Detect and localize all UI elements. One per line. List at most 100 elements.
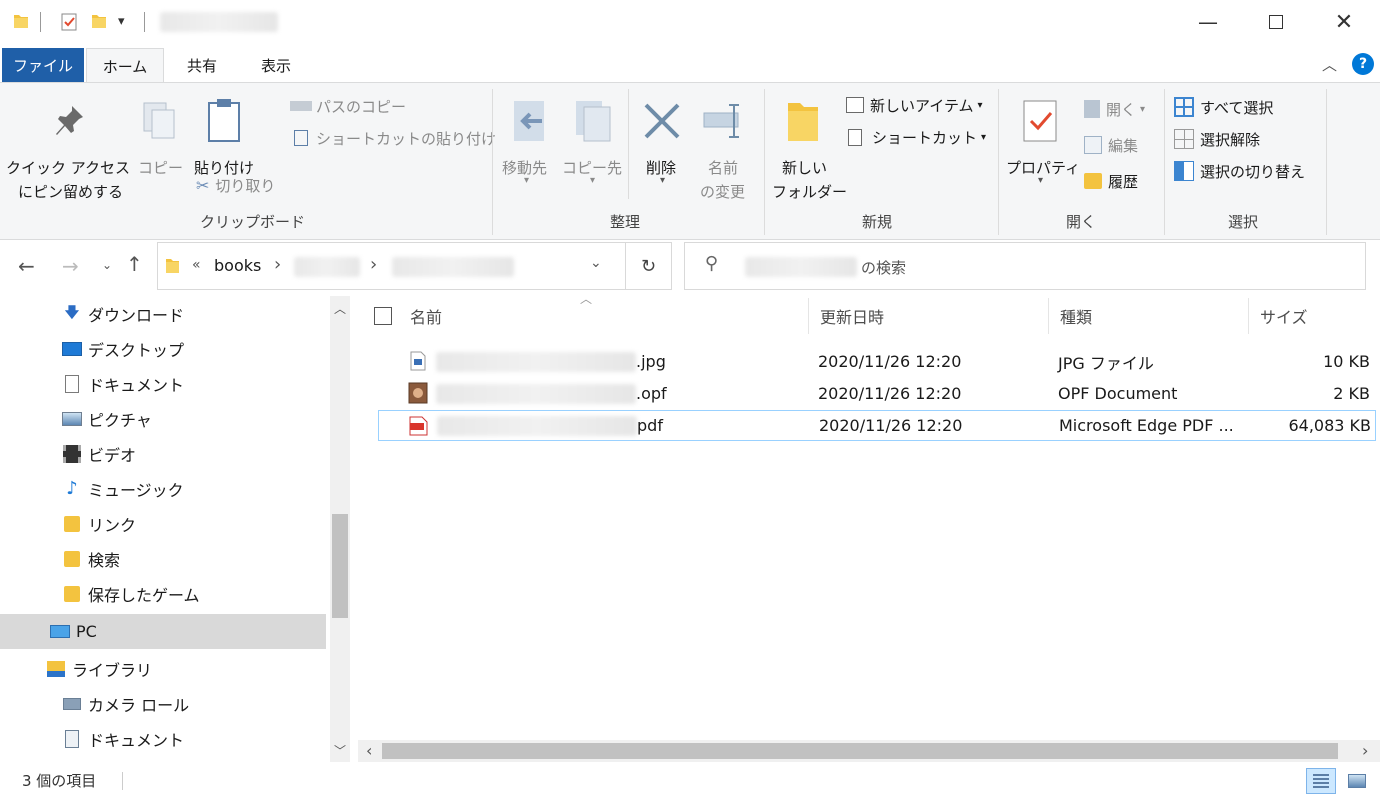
nav-item-pictures[interactable]: ピクチャ [0, 401, 326, 436]
nav-item-saved-games[interactable]: 保存したゲーム [0, 576, 326, 611]
file-name-blurred [436, 352, 636, 372]
edit-button[interactable]: 編集 [1084, 133, 1138, 157]
collapse-ribbon-icon[interactable]: ︿ [1322, 54, 1337, 75]
nav-item-searches[interactable]: 検索 [0, 541, 326, 576]
recent-locations-button[interactable]: ⌄ [102, 258, 112, 272]
nav-item-videos[interactable]: ビデオ [0, 436, 326, 471]
open-button[interactable]: 開く ▾ [1084, 97, 1145, 121]
help-icon[interactable]: ? [1352, 53, 1374, 75]
pin-quick-access-button[interactable]: クイック アクセス にピン留めする [6, 93, 130, 203]
address-overflow[interactable]: « [192, 257, 201, 273]
up-button[interactable]: ↑ [126, 252, 143, 276]
nav-scrollbar[interactable]: ︿ ﹀ [330, 296, 350, 762]
address-bar[interactable]: « books › › ⌄ [157, 242, 626, 290]
breadcrumb-separator[interactable]: › [274, 254, 281, 275]
quick-access-toolbar-dropdown-icon[interactable]: ▾ [118, 14, 125, 29]
file-row[interactable]: pdf 2020/11/26 12:20 Microsoft Edge PDF … [378, 410, 1376, 441]
opf-file-icon [408, 382, 428, 404]
column-header-size[interactable]: サイズ [1260, 296, 1370, 336]
new-shortcut-button[interactable]: ショートカット ▾ [846, 125, 986, 149]
nav-item-pc[interactable]: PC [0, 614, 326, 649]
file-row[interactable]: .opf 2020/11/26 12:20 OPF Document 2 KB [378, 378, 1376, 409]
breadcrumb-books[interactable]: books [214, 256, 261, 275]
search-placeholder: の検索 [861, 259, 907, 277]
nav-item-links[interactable]: リンク [0, 506, 326, 541]
maximize-icon [1269, 15, 1283, 29]
minimize-button[interactable]: — [1178, 0, 1238, 44]
breadcrumb-separator-2[interactable]: › [370, 254, 377, 275]
new-folder-button[interactable]: 新しい フォルダー [770, 93, 847, 203]
file-modified: 2020/11/26 12:20 [819, 416, 963, 435]
new-item-button[interactable]: 新しいアイテム ▾ [846, 93, 983, 117]
select-all-button[interactable]: すべて選択 [1174, 95, 1273, 119]
column-header-type[interactable]: 種類 [1060, 296, 1248, 336]
move-to-button[interactable]: 移動先 ▾ [500, 93, 556, 193]
copy-path-button[interactable]: パスのコピー [290, 95, 406, 117]
history-button[interactable]: 履歴 [1084, 169, 1138, 193]
back-button[interactable]: ← [18, 254, 35, 278]
saved-games-icon [62, 585, 82, 603]
search-box[interactable]: ⚲ の検索 [684, 242, 1366, 290]
pin-label-line2: にピン留めする [18, 183, 124, 201]
copy-to-button[interactable]: コピー先 ▾ [562, 93, 624, 193]
rename-icon [703, 104, 739, 138]
file-row[interactable]: .jpg 2020/11/26 12:20 JPG ファイル 10 KB [378, 346, 1376, 377]
column-header-modified[interactable]: 更新日時 [820, 296, 1048, 336]
nav-item-library[interactable]: ライブラリ [0, 651, 326, 686]
pin-icon [56, 106, 83, 135]
tab-view[interactable]: 表示 [238, 48, 314, 82]
nav-item-music[interactable]: ♪ ミュージック [0, 471, 326, 506]
select-none-button[interactable]: 選択解除 [1174, 127, 1260, 151]
refresh-icon: ↻ [640, 255, 657, 277]
nav-item-documents[interactable]: ドキュメント [0, 366, 326, 401]
select-all-icon [1174, 97, 1194, 117]
breadcrumb-folder-2[interactable] [392, 257, 514, 277]
horizontal-scrollbar-thumb[interactable] [382, 743, 1338, 759]
file-name-extension: pdf [637, 416, 663, 435]
breadcrumb-folder-1[interactable] [294, 257, 360, 277]
select-none-label: 選択解除 [1200, 130, 1261, 149]
rename-button[interactable]: 名前 の変更 [696, 93, 756, 201]
paste-shortcut-label: ショートカットの貼り付け [316, 129, 497, 148]
details-view-button[interactable] [1306, 768, 1336, 794]
properties-button[interactable]: プロパティ ▾ [1004, 93, 1080, 193]
new-folder-quick-icon[interactable] [90, 12, 108, 30]
tab-file[interactable]: ファイル [2, 48, 84, 82]
properties-quick-icon[interactable] [60, 12, 78, 32]
nav-item-desktop[interactable]: デスクトップ [0, 331, 326, 366]
scroll-up-icon[interactable]: ︿ [334, 300, 346, 317]
pdf-file-icon [409, 416, 428, 436]
nav-item-camera-roll[interactable]: カメラ ロール [0, 686, 326, 721]
invert-selection-button[interactable]: 選択の切り替え [1174, 159, 1305, 183]
move-to-icon [514, 101, 544, 141]
file-size: 2 KB [1333, 384, 1370, 403]
nav-item-downloads[interactable]: 🡇 ダウンロード [0, 296, 326, 331]
paste-shortcut-button[interactable]: ショートカットの貼り付け [290, 127, 496, 149]
select-all-checkbox[interactable] [374, 307, 392, 325]
column-header-name[interactable]: 名前 [374, 296, 808, 336]
scroll-left-icon[interactable]: ‹ [366, 741, 372, 760]
scroll-right-icon[interactable]: › [1362, 741, 1368, 760]
delete-button[interactable]: 削除 ▾ [636, 93, 692, 193]
scroll-down-icon[interactable]: ﹀ [334, 742, 346, 759]
copy-button[interactable]: コピー [136, 93, 183, 183]
large-icons-view-button[interactable] [1342, 768, 1372, 794]
forward-button[interactable]: → [62, 254, 79, 278]
nav-scrollbar-thumb[interactable] [332, 514, 348, 618]
address-dropdown-button[interactable]: ⌄ [590, 255, 602, 271]
cut-button[interactable]: ✂ 切り取り [196, 173, 275, 197]
paste-button[interactable]: 貼り付け [190, 93, 260, 183]
close-button[interactable]: ✕ [1314, 0, 1374, 44]
shortcut-icon [848, 128, 862, 146]
nav-item-library-documents[interactable]: ドキュメント [0, 721, 326, 756]
refresh-button[interactable]: ↻ [626, 242, 672, 290]
invert-selection-icon [1174, 161, 1194, 181]
file-name-blurred [436, 384, 636, 404]
horizontal-scrollbar[interactable]: ‹ › [358, 740, 1380, 762]
maximize-button[interactable] [1246, 0, 1306, 44]
file-type: JPG ファイル [1058, 353, 1154, 373]
ribbon-tabs: ファイル ホーム 共有 表示 ︿ ? [0, 44, 1380, 83]
folder-icon [14, 15, 28, 28]
tab-share[interactable]: 共有 [170, 48, 234, 82]
tab-home[interactable]: ホーム [86, 48, 164, 83]
